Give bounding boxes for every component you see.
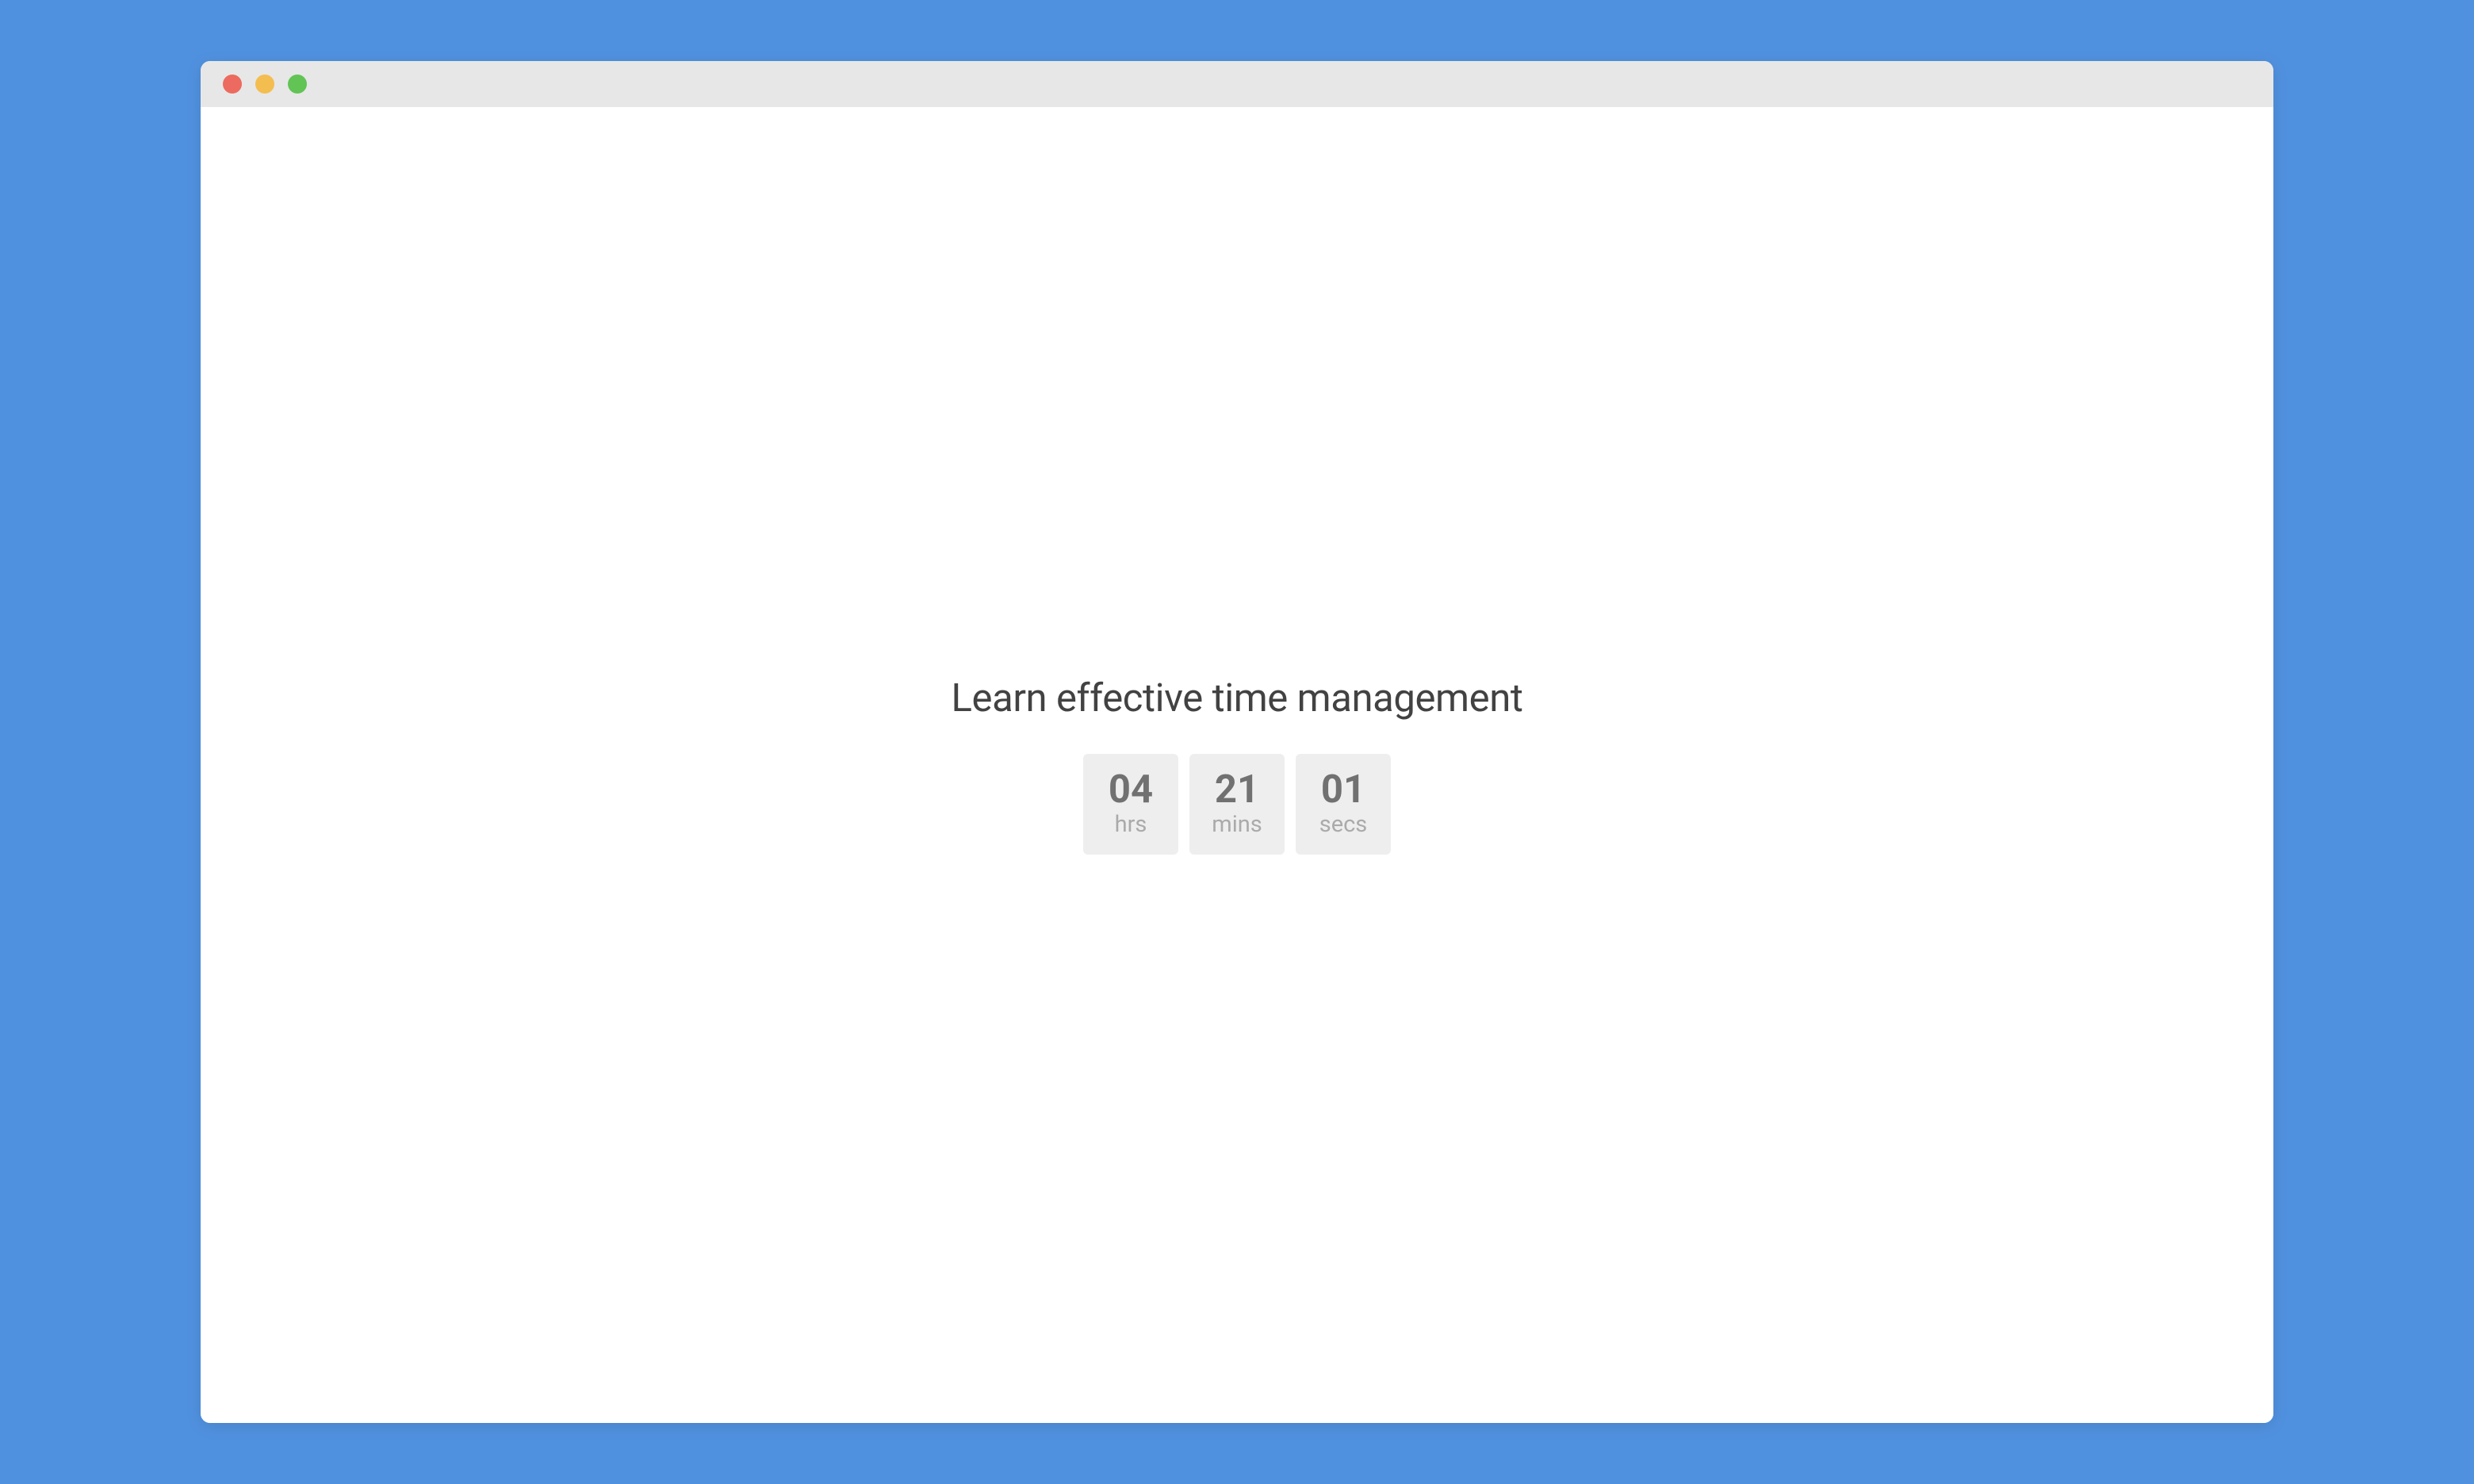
countdown-minutes-value: 21 [1215,768,1259,811]
countdown-hours-tile: 04 hrs [1083,754,1178,855]
window-titlebar [201,61,2273,107]
window-close-button[interactable] [223,75,242,94]
browser-window: Learn effective time management 04 hrs 2… [201,61,2273,1423]
window-minimize-button[interactable] [255,75,274,94]
countdown-seconds-tile: 01 secs [1296,754,1391,855]
page-content: Learn effective time management 04 hrs 2… [201,107,2273,1423]
countdown-hours-value: 04 [1109,768,1153,811]
countdown-seconds-value: 01 [1321,768,1365,811]
countdown-minutes-tile: 21 mins [1189,754,1285,855]
countdown-timer: 04 hrs 21 mins 01 secs [1083,754,1391,855]
window-maximize-button[interactable] [288,75,307,94]
countdown-minutes-label: mins [1212,811,1262,839]
countdown-hours-label: hrs [1115,811,1147,839]
countdown-seconds-label: secs [1319,811,1368,839]
page-heading: Learn effective time management [952,675,1523,721]
